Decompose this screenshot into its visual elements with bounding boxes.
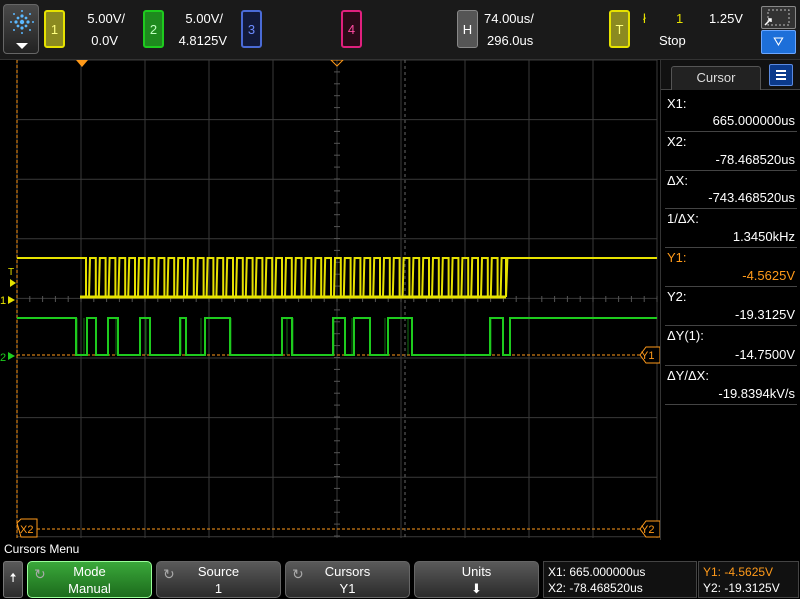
- source-value: 1: [214, 581, 223, 596]
- channel-3-label: 3: [247, 21, 256, 37]
- trigger-position-marker: [76, 60, 88, 67]
- cursor-row-value: 1.3450kHz: [732, 229, 795, 244]
- chevron-down-icon: [16, 43, 28, 49]
- waveform-display[interactable]: T 1 2 Y1 Y2 X2: [0, 59, 661, 540]
- horizontal-button[interactable]: H: [457, 10, 478, 48]
- cursor-row: ΔY/ΔX: -19.8394kV/s: [665, 366, 797, 405]
- x1-readout: X1: 665.000000us: [548, 565, 646, 579]
- cursor-row-value: -78.468520us: [715, 152, 795, 167]
- cursor-row-label: 1/ΔX:: [667, 211, 699, 226]
- mode-value: Manual: [68, 581, 111, 596]
- falling-edge-icon: ł: [643, 11, 646, 26]
- x2-tag-label: X2: [20, 524, 33, 536]
- horizontal-label: H: [462, 21, 473, 37]
- cursor-row: Y1: -4.5625V: [665, 248, 797, 287]
- list-icon[interactable]: [769, 64, 793, 86]
- graticule: T 1 2 Y1 Y2 X2: [0, 59, 661, 538]
- cursors-softkey[interactable]: ↻ Cursors Y1: [285, 561, 410, 598]
- channel-2-button[interactable]: 2: [143, 10, 164, 48]
- waveform-window-icon: [764, 9, 790, 26]
- channel-1-ground-marker: 1: [0, 295, 6, 307]
- channel-2-offset: 4.8125V: [178, 33, 227, 48]
- status-bar: 1 5.00V/ 0.0V 2 5.00V/ 4.8125V 3 4 H 74.…: [0, 0, 800, 60]
- cursor-row-value: -19.8394kV/s: [718, 386, 795, 401]
- arrow-down-icon: ⬇: [471, 581, 482, 596]
- x2-readout: X2: -78.468520us: [548, 581, 643, 595]
- menu-title: Cursors Menu: [4, 542, 80, 556]
- trigger-label: T: [615, 21, 624, 37]
- touch-button[interactable]: ⛛: [761, 30, 796, 54]
- channel-1-offset: 0.0V: [91, 33, 118, 48]
- trigger-level-marker: T: [8, 267, 14, 278]
- channel-1-ground-arrow: [8, 296, 15, 304]
- channel-1-scale: 5.00V/: [87, 11, 125, 26]
- cursor-panel: Cursor X1: 665.000000us X2: -78.468520us ΔX:…: [660, 60, 800, 540]
- cursors-label: Cursors: [324, 564, 371, 579]
- cursor-row-label: ΔY(1):: [667, 328, 704, 343]
- cursor-row-label: X1:: [667, 96, 687, 111]
- units-softkey[interactable]: Units ⬇: [414, 561, 539, 598]
- touch-icon: ⛛: [773, 34, 784, 49]
- trigger-level: 1.25V: [709, 11, 743, 26]
- channel-2-scale: 5.00V/: [185, 11, 223, 26]
- panel-header: Cursor: [661, 60, 800, 90]
- cursor-row-label: Y2:: [667, 289, 687, 304]
- panel-tab-cursor[interactable]: Cursor: [671, 66, 761, 90]
- cursor-row-label: Y1:: [667, 250, 687, 265]
- horizontal-delay: 296.0us: [487, 33, 534, 48]
- units-label: Units: [461, 564, 492, 579]
- channel-4-button[interactable]: 4: [341, 10, 362, 48]
- channel-2-ground-arrow: [8, 352, 15, 360]
- cursor-row-label: X2:: [667, 134, 687, 149]
- y2-readout: Y2: -19.3125V: [703, 581, 780, 595]
- channel-1-label: 1: [50, 21, 59, 37]
- front-panel-button[interactable]: [761, 6, 796, 29]
- trigger-button[interactable]: T: [609, 10, 630, 48]
- source-label: Source: [197, 564, 240, 579]
- source-softkey[interactable]: ↻ Source 1: [156, 561, 281, 598]
- channel-2-ground-marker: 2: [0, 352, 6, 364]
- channel-1-button[interactable]: 1: [44, 10, 65, 48]
- y2-tag-label: Y2: [641, 524, 654, 536]
- y-cursor-readout: Y1: -4.5625V Y2: -19.3125V: [698, 561, 799, 598]
- trigger-level-arrow: [10, 279, 16, 287]
- cursor-row: ΔX: -743.468520us: [665, 171, 797, 209]
- mode-softkey[interactable]: ↻ Mode Manual: [27, 561, 152, 598]
- cursor-row-value: -743.468520us: [708, 190, 795, 205]
- acquisition-state: Stop: [659, 33, 686, 48]
- trigger-source: 1: [676, 11, 684, 26]
- channel-4-label: 4: [347, 21, 356, 37]
- cursor-row-label: ΔX:: [667, 173, 688, 188]
- mode-label: Mode: [73, 564, 106, 579]
- arrow-up-icon: 🠅: [9, 569, 17, 585]
- main-menu-button[interactable]: [3, 4, 39, 54]
- cursor-row: ΔY(1): -14.7500V: [665, 326, 797, 366]
- horizontal-scale: 74.00us/: [484, 11, 534, 26]
- cursors-value: Y1: [339, 581, 356, 596]
- menu-up-button[interactable]: 🠅: [3, 561, 23, 598]
- cursor-row: X1: 665.000000us: [665, 94, 797, 132]
- cursor-row-value: -14.7500V: [735, 347, 795, 362]
- cursor-row: 1/ΔX: 1.3450kHz: [665, 209, 797, 248]
- x-cursor-readout: X1: 665.000000us X2: -78.468520us: [543, 561, 697, 598]
- cursor-row-value: -19.3125V: [735, 307, 795, 322]
- logo-icon: [10, 10, 34, 34]
- channel-3-button[interactable]: 3: [241, 10, 262, 48]
- cursor-row: Y2: -19.3125V: [665, 287, 797, 326]
- y1-tag-label: Y1: [641, 350, 654, 362]
- y1-readout: Y1: -4.5625V: [703, 565, 774, 579]
- cursor-row-value: -4.5625V: [742, 268, 795, 283]
- channel-2-label: 2: [149, 21, 158, 37]
- cursor-row-value: 665.000000us: [712, 113, 795, 128]
- cursor-row: X2: -78.468520us: [665, 132, 797, 171]
- cursor-row-label: ΔY/ΔX:: [667, 368, 709, 383]
